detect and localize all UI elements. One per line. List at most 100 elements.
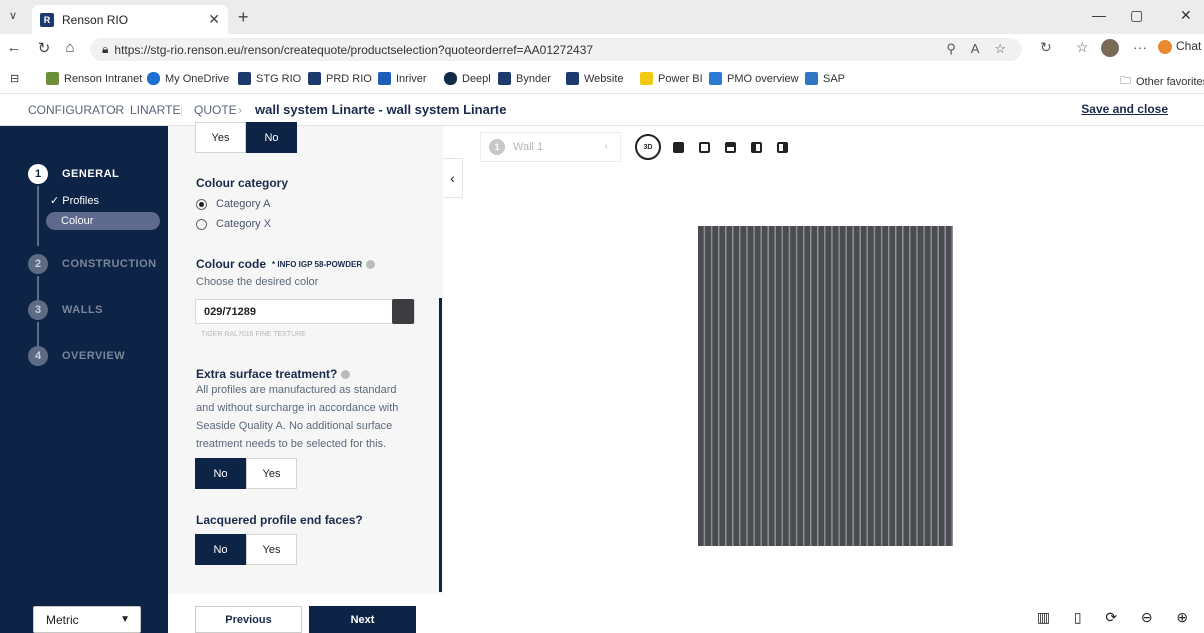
reading-list-icon[interactable]: ⊟ bbox=[10, 72, 19, 85]
zoom-in-icon[interactable]: ⊕ bbox=[1176, 609, 1188, 626]
radio-category-a[interactable]: Category A bbox=[196, 198, 270, 210]
wall-slat-gap bbox=[788, 226, 791, 546]
breadcrumb-configurator[interactable]: CONFIGURATOR bbox=[28, 103, 124, 117]
bookmark-power-bi[interactable]: Power BI bbox=[640, 72, 703, 85]
wall-slat bbox=[938, 226, 945, 546]
tab-close-icon[interactable]: ✕ bbox=[208, 11, 220, 28]
substep-colour[interactable]: Colour bbox=[46, 212, 160, 230]
bookmark-pmo-overview[interactable]: PMO overview bbox=[709, 72, 799, 85]
view-back-icon[interactable] bbox=[695, 138, 713, 156]
close-window-icon[interactable]: ✕ bbox=[1180, 7, 1192, 24]
wall-slat-gap bbox=[774, 226, 776, 546]
profile-avatar[interactable] bbox=[1101, 39, 1119, 60]
wall-slat bbox=[733, 226, 740, 546]
unit-select[interactable]: Metric ▼ bbox=[33, 606, 141, 633]
view-3d-button[interactable]: 3D bbox=[635, 134, 661, 160]
save-and-close-link[interactable]: Save and close bbox=[1081, 102, 1168, 116]
substep-profiles[interactable]: ✓ Profiles bbox=[50, 194, 99, 207]
bookmark-sap[interactable]: SAP bbox=[805, 72, 845, 85]
lacquer-yes[interactable]: Yes bbox=[246, 534, 297, 565]
previous-button[interactable]: Previous bbox=[195, 606, 302, 633]
step-walls[interactable]: 3 WALLS bbox=[28, 300, 103, 320]
view-top-icon[interactable] bbox=[721, 138, 739, 156]
rotate-icon[interactable]: ⟳ bbox=[1105, 609, 1117, 626]
wall-slat-gap bbox=[873, 226, 876, 546]
wall-slat-gap bbox=[753, 226, 755, 546]
tab-actions-chevron-icon[interactable]: ∨ bbox=[9, 9, 17, 22]
step-construction[interactable]: 2 CONSTRUCTION bbox=[28, 254, 157, 274]
colour-code-heading: Colour code * INFO IGP 58-POWDER bbox=[196, 257, 376, 271]
url-field[interactable]: 🔒︎ https://stg-rio.renson.eu/renson/crea… bbox=[90, 38, 1022, 61]
radio-category-x[interactable]: Category X bbox=[196, 218, 271, 230]
form-scrollbar[interactable] bbox=[439, 298, 442, 592]
colour-code-hint: Choose the desired color bbox=[196, 276, 319, 288]
next-button[interactable]: Next bbox=[309, 606, 416, 633]
browser-tab[interactable]: R Renson RIO ✕ bbox=[32, 5, 228, 34]
view-left-icon[interactable] bbox=[747, 138, 765, 156]
bookmark-deepl[interactable]: Deepl bbox=[444, 72, 491, 85]
breadcrumb-linarte[interactable]: LINARTE bbox=[130, 103, 180, 117]
bookmark-bynder[interactable]: Bynder bbox=[498, 72, 551, 85]
bookmarks-bar: ⊟ Renson Intranet My OneDrive STG RIO PR… bbox=[0, 64, 1204, 94]
breadcrumb-separator-icon: › bbox=[238, 103, 242, 117]
refresh-extension-icon[interactable]: ↻ bbox=[1040, 39, 1052, 56]
wall-slat-gap bbox=[895, 226, 897, 546]
frame-view-icon[interactable]: ▯ bbox=[1074, 609, 1082, 626]
home-icon[interactable]: ⌂ bbox=[60, 39, 80, 56]
view-front-icon[interactable] bbox=[669, 138, 687, 156]
bookmark-website[interactable]: Website bbox=[566, 72, 624, 85]
colour-swatch[interactable] bbox=[392, 299, 414, 324]
lacquer-no[interactable]: No bbox=[195, 534, 246, 565]
step-general[interactable]: 1 GENERAL bbox=[28, 164, 119, 184]
toggle-yes[interactable]: Yes bbox=[195, 122, 246, 153]
wall-slat-gap bbox=[888, 226, 890, 546]
wall-slat-gap bbox=[824, 226, 826, 546]
view-right-icon[interactable] bbox=[773, 138, 791, 156]
toggle-no[interactable]: No bbox=[246, 122, 297, 153]
favorites-icon[interactable]: ☆ bbox=[1076, 39, 1089, 56]
more-options-icon[interactable]: ··· bbox=[1133, 39, 1147, 55]
wall-slat-gap bbox=[817, 226, 819, 546]
collapse-panel-chevron-icon[interactable]: ‹ bbox=[443, 158, 463, 198]
chevron-left-icon: ‹ bbox=[604, 141, 608, 152]
extra-yes[interactable]: Yes bbox=[246, 458, 297, 489]
extra-surface-toggle: No Yes bbox=[195, 458, 297, 489]
breadcrumb-divider: | bbox=[180, 103, 184, 117]
bookmark-stg-rio[interactable]: STG RIO bbox=[238, 72, 301, 85]
tab-title: Renson RIO bbox=[62, 12, 129, 27]
wall-slat-gap bbox=[795, 226, 798, 546]
wall-slat-gap bbox=[902, 226, 904, 546]
back-arrow-icon[interactable]: ← bbox=[4, 39, 24, 56]
other-favorites-folder[interactable]: 🗀︎ Other favorites bbox=[1120, 72, 1204, 91]
extra-no[interactable]: No bbox=[195, 458, 246, 489]
colour-code-input[interactable]: 029/71289 bbox=[195, 299, 415, 324]
wall-slat-gap bbox=[845, 226, 847, 546]
wall-slat-gap bbox=[930, 226, 932, 546]
reload-icon[interactable]: ↻ bbox=[34, 39, 54, 57]
zoom-out-icon[interactable]: ⊖ bbox=[1141, 609, 1153, 626]
slats-view-icon[interactable]: ▥ bbox=[1037, 609, 1050, 626]
wall-selector[interactable]: 1 Wall 1 ‹ bbox=[480, 132, 621, 162]
breadcrumb-quote[interactable]: QUOTE bbox=[194, 103, 237, 117]
url-action-icons[interactable]: ⚲ A ☆ bbox=[946, 41, 1012, 57]
unit-select-value: Metric bbox=[46, 612, 79, 627]
wall-slat bbox=[726, 226, 733, 546]
copilot-chat-button[interactable]: Chat bbox=[1158, 39, 1201, 54]
extra-surface-description: All profiles are manufactured as standar… bbox=[196, 384, 399, 450]
bookmark-prd-rio[interactable]: PRD RIO bbox=[308, 72, 372, 85]
wall-slat bbox=[783, 226, 789, 546]
wall-slat-gap bbox=[951, 226, 953, 546]
step-label: GENERAL bbox=[62, 168, 120, 180]
bookmark-my-onedrive[interactable]: My OneDrive bbox=[147, 72, 229, 85]
bookmark-renson-intranet[interactable]: Renson Intranet bbox=[46, 72, 142, 85]
minimize-icon[interactable]: — bbox=[1092, 7, 1106, 23]
restore-icon[interactable]: ▢ bbox=[1130, 7, 1143, 24]
wall-slat bbox=[790, 226, 796, 546]
bookmark-inriver[interactable]: Inriver bbox=[378, 72, 427, 85]
step-overview[interactable]: 4 OVERVIEW bbox=[28, 346, 125, 366]
new-tab-plus-icon[interactable]: + bbox=[238, 7, 249, 28]
viewer-bottom-toolbar: ▥ ▯ ⟳ ⊖ ⊕ bbox=[1025, 602, 1200, 633]
wall-slat bbox=[875, 226, 881, 546]
wall-slat bbox=[889, 226, 896, 546]
wall-slat-gap bbox=[710, 226, 713, 546]
